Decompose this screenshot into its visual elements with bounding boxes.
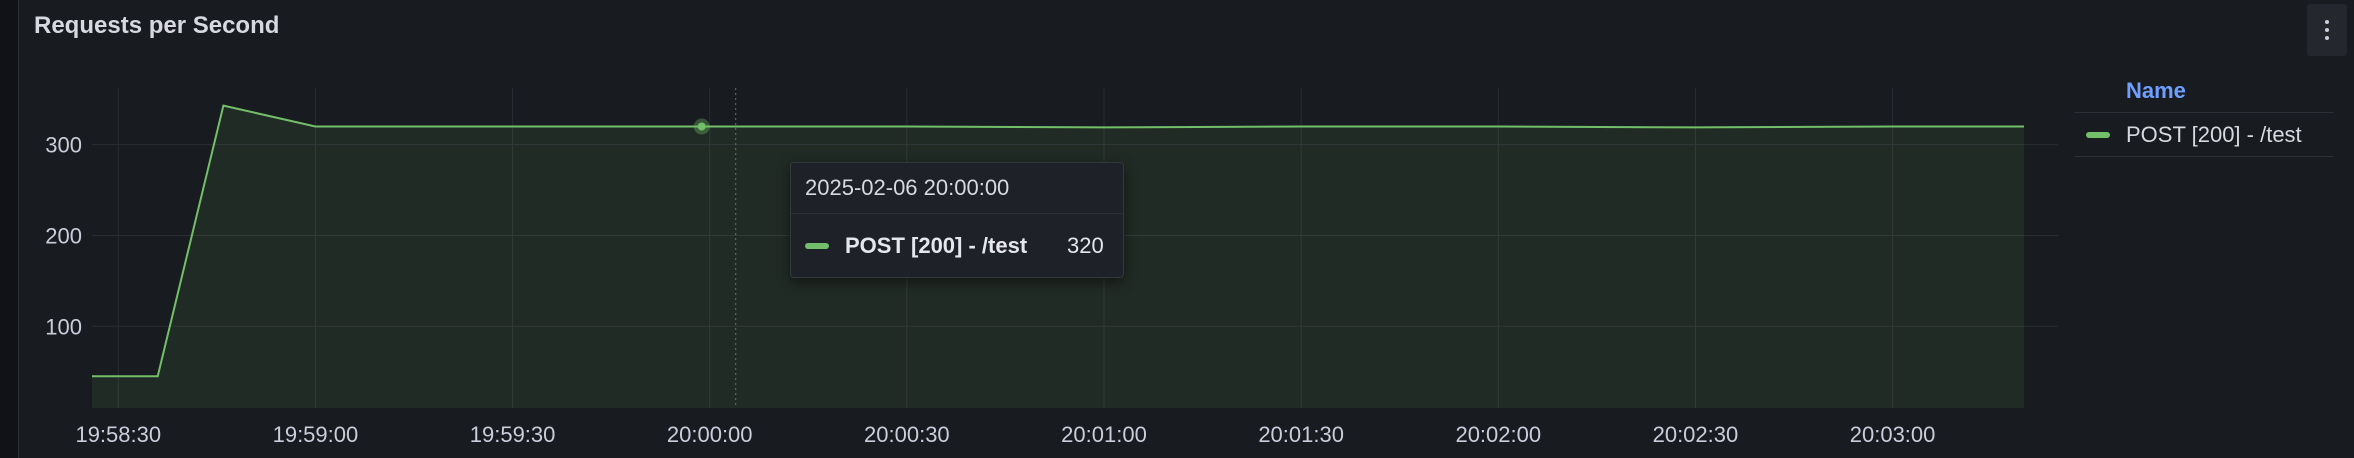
x-tick-label: 19:58:30 [75, 422, 161, 447]
x-tick-label: 20:00:30 [864, 422, 950, 447]
y-tick-label: 200 [45, 223, 82, 248]
y-tick-label: 100 [45, 314, 82, 339]
x-tick-label: 20:02:30 [1653, 422, 1739, 447]
y-tick-label: 300 [45, 133, 82, 158]
tooltip-row: POST [200] - /test [805, 233, 1027, 259]
legend-swatch [2086, 132, 2110, 138]
x-tick-label: 19:59:30 [470, 422, 556, 447]
tooltip-time: 2025-02-06 20:00:00 [805, 175, 1010, 200]
x-tick-label: 19:59:00 [273, 422, 359, 447]
tooltip-series-name: POST [200] - /test [845, 233, 1028, 258]
tooltip-swatch [805, 243, 829, 249]
chart-area[interactable]: 100 200 300 19:58:30 19:59:00 19:59:30 20:00:… [0, 0, 2354, 458]
x-tick-label: 20:01:00 [1061, 422, 1147, 447]
tooltip-divider [791, 213, 1123, 214]
legend-divider [2074, 156, 2334, 157]
x-axis: 19:58:30 19:59:00 19:59:30 20:00:00 20:00:30… [75, 422, 1935, 447]
legend-item-label: POST [200] - /test [2126, 122, 2302, 147]
tooltip: 2025-02-06 20:00:00 POST [200] - /test 3… [790, 162, 1124, 278]
legend-item[interactable]: POST [200] - /test [2086, 122, 2302, 148]
x-tick-label: 20:00:00 [667, 422, 753, 447]
hover-point [697, 122, 706, 131]
y-axis: 100 200 300 [45, 133, 82, 340]
x-tick-label: 20:01:30 [1258, 422, 1344, 447]
x-tick-label: 20:03:00 [1850, 422, 1936, 447]
legend-divider [2074, 112, 2334, 113]
legend-header[interactable]: Name [2126, 78, 2186, 104]
tooltip-value: 320 [1067, 233, 1104, 258]
x-tick-label: 20:02:00 [1455, 422, 1541, 447]
